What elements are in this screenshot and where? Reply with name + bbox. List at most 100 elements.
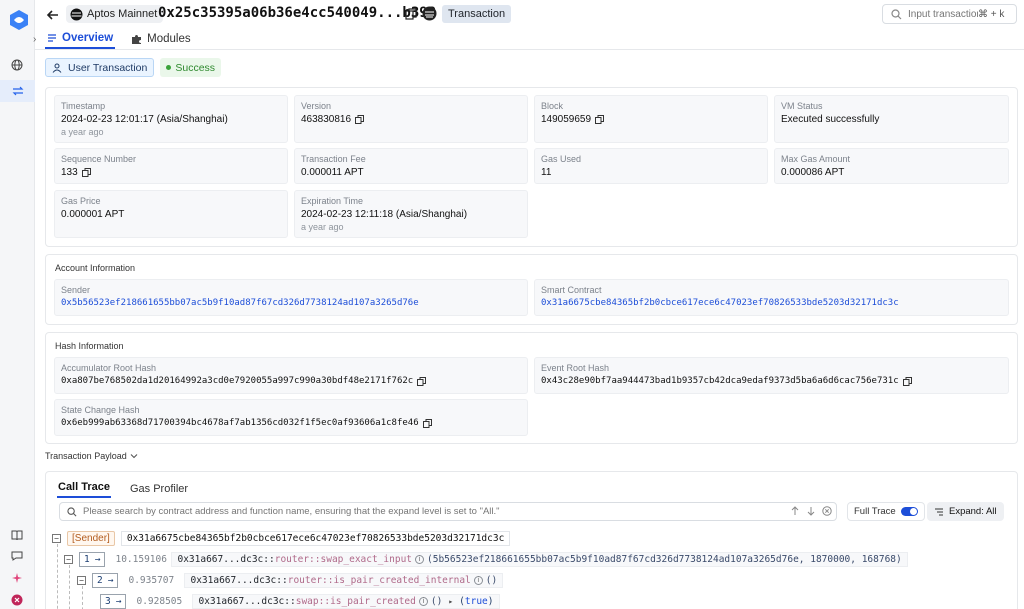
tab-modules[interactable]: Modules	[129, 29, 192, 49]
info-icon[interactable]: i	[418, 597, 428, 606]
info-icon[interactable]: i	[473, 576, 483, 585]
trace-search-input[interactable]	[83, 506, 773, 517]
contract-address[interactable]: 0x31a667...dc3c	[177, 554, 263, 565]
toggle-switch[interactable]	[900, 507, 918, 516]
transaction-fee-label: Transaction Fee	[301, 154, 366, 164]
info-icon[interactable]: i	[415, 555, 425, 564]
depth-number: 3	[105, 596, 111, 607]
state-change-value: 0x6eb999ab63368d71700394bc4678af7ab1356c…	[61, 418, 419, 428]
accumulator-root-value: 0xa807be768502da1d20164992a3cd0e7920055a…	[61, 376, 414, 386]
network-selector[interactable]: Aptos Mainnet	[66, 5, 164, 23]
expiration-time-value: 2024-02-23 12:11:18 (Asia/Shanghai)	[301, 209, 468, 220]
vm-status-cell: VM Status Executed successfully	[774, 95, 1009, 143]
bank-icon[interactable]	[422, 6, 437, 21]
state-change-label: State Change Hash	[61, 405, 140, 415]
copy-icon[interactable]	[595, 115, 605, 124]
tree-guide	[57, 544, 58, 609]
x-social-icon[interactable]	[9, 592, 25, 608]
collapse-toggle-icon[interactable]: −	[64, 555, 73, 564]
chevron-down-icon	[130, 454, 138, 459]
trace-search[interactable]	[59, 502, 837, 521]
timestamp-value: 2024-02-23 12:01:17 (Asia/Shanghai)	[61, 114, 228, 125]
trace-row: − 2 → 0.935707 0x31a667...dc3c:: router:: i…	[77, 571, 504, 590]
tab-overview[interactable]: Overview	[45, 29, 116, 49]
user-transaction-badge: User Transaction	[45, 58, 155, 77]
accumulator-root-label: Accumulator Root Hash	[61, 363, 157, 373]
docs-icon[interactable]	[9, 527, 25, 543]
copy-icon[interactable]	[902, 376, 912, 386]
sequence-number-cell: Sequence Number 133	[54, 148, 288, 184]
max-gas-label: Max Gas Amount	[781, 154, 851, 164]
caret-right-icon[interactable]: ▸	[448, 597, 453, 606]
call-arguments: (5b56523ef218661655bb07ac5b9f10ad87f67cd…	[427, 554, 902, 565]
transactions-icon[interactable]	[0, 80, 35, 102]
path-separator: ::	[263, 554, 275, 565]
clear-icon[interactable]	[822, 506, 832, 516]
path-separator: ::	[318, 596, 331, 607]
expand-all-button[interactable]: Expand: All	[927, 502, 1004, 521]
tab-modules-label: Modules	[147, 33, 191, 45]
event-root-value: 0x43c28e90bf7aa944473bad1b9357cb42dca9ed…	[541, 376, 899, 386]
collapse-toggle-icon[interactable]: −	[52, 534, 61, 543]
globe-icon[interactable]	[9, 57, 25, 73]
chat-icon[interactable]	[9, 548, 25, 564]
copy-icon[interactable]	[405, 8, 417, 20]
hash-info-panel: Hash Information Accumulator Root Hash 0…	[45, 332, 1018, 444]
gas-used-label: Gas Used	[541, 154, 582, 164]
event-root-label: Event Root Hash	[541, 363, 610, 373]
overview-panel: Timestamp 2024-02-23 12:01:17 (Asia/Shan…	[45, 87, 1018, 247]
vm-status-label: VM Status	[781, 101, 823, 111]
call-trace-panel: Call Trace Gas Profiler Full Trace Expan…	[45, 471, 1018, 609]
call-expression[interactable]: 0x31a667...dc3c:: swap:: is_pair_created i…	[192, 594, 500, 609]
payload-toggle[interactable]: Transaction Payload	[45, 451, 138, 461]
block-cell: Block 149059659	[534, 95, 768, 143]
hash-info-title: Hash Information	[55, 341, 124, 351]
copy-icon[interactable]	[422, 418, 432, 428]
search-input[interactable]	[908, 8, 978, 20]
tree-guide	[82, 586, 83, 609]
module-name: router	[287, 575, 323, 586]
state-change-cell: State Change Hash 0x6eb999ab63368d717003…	[54, 399, 528, 436]
search-shortcut: ⌘ + k	[978, 8, 1005, 20]
call-expression[interactable]: 0x31a667...dc3c:: router:: is_pair_created…	[184, 573, 504, 588]
back-arrow-icon[interactable]	[45, 7, 61, 23]
timestamp-cell: Timestamp 2024-02-23 12:01:17 (Asia/Shan…	[54, 95, 288, 143]
event-root-cell: Event Root Hash 0x43c28e90bf7aa944473bad…	[534, 357, 1009, 394]
copy-icon[interactable]	[81, 168, 91, 177]
app-logo-icon[interactable]	[8, 9, 30, 31]
copy-icon[interactable]	[417, 376, 427, 386]
version-label: Version	[301, 101, 332, 111]
arrow-up-icon[interactable]	[790, 506, 800, 516]
status-pills: User Transaction Success	[45, 58, 1018, 77]
sender-address[interactable]: 0x31a6675cbe84365bf2b0cbce617ece6c47023e…	[120, 531, 511, 546]
trace-row: 3 → 0.928505 0x31a667...dc3c:: swap:: is_pa…	[100, 592, 500, 609]
copy-icon[interactable]	[355, 115, 365, 124]
collapse-toggle-icon[interactable]: −	[77, 576, 86, 585]
depth-indicator: 2 →	[92, 573, 119, 588]
trace-row-sender: − [Sender] 0x31a6675cbe84365bf2b0cbce617…	[52, 529, 511, 548]
smart-contract-link[interactable]: 0x31a6675cbe84365bf2b0cbce617ece6c47023e…	[541, 298, 1002, 308]
call-expression[interactable]: 0x31a667...dc3c:: router:: swap_exact_inpu…	[171, 552, 908, 567]
function-name: is_pair_created	[330, 596, 416, 607]
header-search[interactable]: ⌘ + k	[882, 4, 1017, 24]
sender-address-link[interactable]: 0x5b56523ef218661655bb07ac5b9f10ad87f67c…	[61, 298, 521, 308]
function-name: is_pair_created_internal	[333, 575, 471, 586]
depth-indicator: 3 →	[100, 594, 127, 609]
contract-address[interactable]: 0x31a667...dc3c	[198, 596, 284, 607]
contract-address[interactable]: 0x31a667...dc3c	[190, 575, 276, 586]
tab-call-trace[interactable]: Call Trace	[57, 481, 111, 498]
block-value[interactable]: 149059659	[541, 114, 591, 125]
path-separator: ::	[276, 575, 288, 586]
aptos-logo-icon	[70, 8, 83, 20]
module-name: swap	[295, 596, 319, 607]
path-separator: ::	[284, 596, 296, 607]
success-dot-icon	[166, 65, 172, 70]
arrow-right-icon: →	[94, 554, 101, 565]
full-trace-toggle[interactable]: Full Trace	[847, 502, 925, 521]
arrow-down-icon[interactable]	[806, 506, 816, 516]
payload-title: Transaction Payload	[45, 451, 127, 461]
puzzle-icon	[132, 34, 142, 44]
sparkle-icon[interactable]	[9, 570, 25, 586]
smart-contract-cell: Smart Contract 0x31a6675cbe84365bf2b0cbc…	[534, 279, 1009, 316]
tab-gas-profiler[interactable]: Gas Profiler	[129, 483, 189, 498]
